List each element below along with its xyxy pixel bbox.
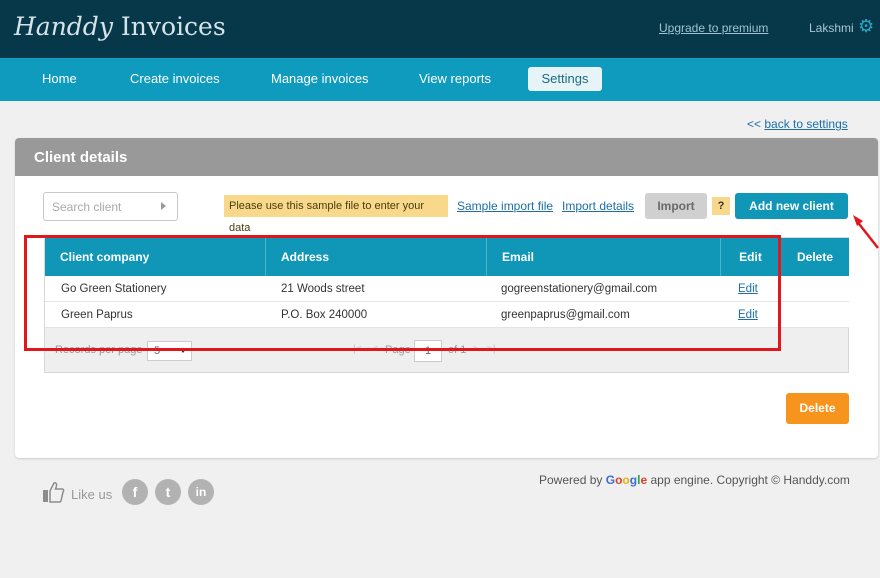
google-logo: Google [605, 473, 648, 487]
top-bar: Handdy Invoices Upgrade to premium Laksh… [0, 0, 880, 58]
nav-manage-invoices[interactable]: Manage invoices [271, 71, 369, 86]
column-header-delete: Delete [796, 250, 834, 264]
add-new-client-button[interactable]: Add new client [735, 193, 848, 219]
powered-by-text: Powered by Google app engine. Copyright … [539, 473, 850, 487]
back-link-label: back to settings [764, 117, 848, 131]
sample-import-file-link[interactable]: Sample import file [457, 199, 553, 213]
linkedin-icon[interactable]: in [188, 479, 214, 505]
main-nav: Home Create invoices Manage invoices Vie… [0, 58, 880, 101]
upgrade-link[interactable]: Upgrade to premium [659, 21, 768, 35]
back-arrows-icon: << [747, 117, 762, 131]
app-logo[interactable]: Handdy Invoices [14, 12, 226, 41]
panel-header: Client details [15, 138, 878, 176]
annotation-highlight-box [24, 235, 781, 351]
logo-part1: Handdy [14, 12, 113, 41]
nav-view-reports[interactable]: View reports [419, 71, 491, 86]
nav-create-invoices[interactable]: Create invoices [130, 71, 220, 86]
help-icon[interactable]: ? [712, 197, 730, 215]
nav-settings[interactable]: Settings [528, 67, 602, 91]
import-button[interactable]: Import [645, 193, 707, 219]
facebook-icon[interactable]: f [122, 479, 148, 505]
twitter-icon[interactable]: t [155, 479, 181, 505]
nav-home[interactable]: Home [42, 71, 77, 86]
search-client-input[interactable] [43, 192, 178, 221]
panel-title: Client details [34, 149, 128, 166]
thumbs-up-icon [43, 482, 65, 503]
search-arrow-icon[interactable] [161, 202, 166, 210]
like-us-label: Like us [71, 487, 113, 502]
import-details-link[interactable]: Import details [562, 199, 634, 213]
user-name[interactable]: Lakshmi [809, 21, 854, 35]
gear-icon[interactable]: ⚙ [858, 17, 876, 35]
delete-button[interactable]: Delete [786, 393, 849, 424]
logo-part2: Invoices [120, 12, 226, 41]
powered-suffix: app engine. Copyright © Handdy.com [650, 473, 850, 487]
back-to-settings-link[interactable]: << back to settings [747, 117, 848, 131]
powered-prefix: Powered by [539, 473, 603, 487]
annotation-arrow-icon [853, 215, 879, 249]
sample-file-notice: Please use this sample file to enter you… [224, 195, 448, 234]
